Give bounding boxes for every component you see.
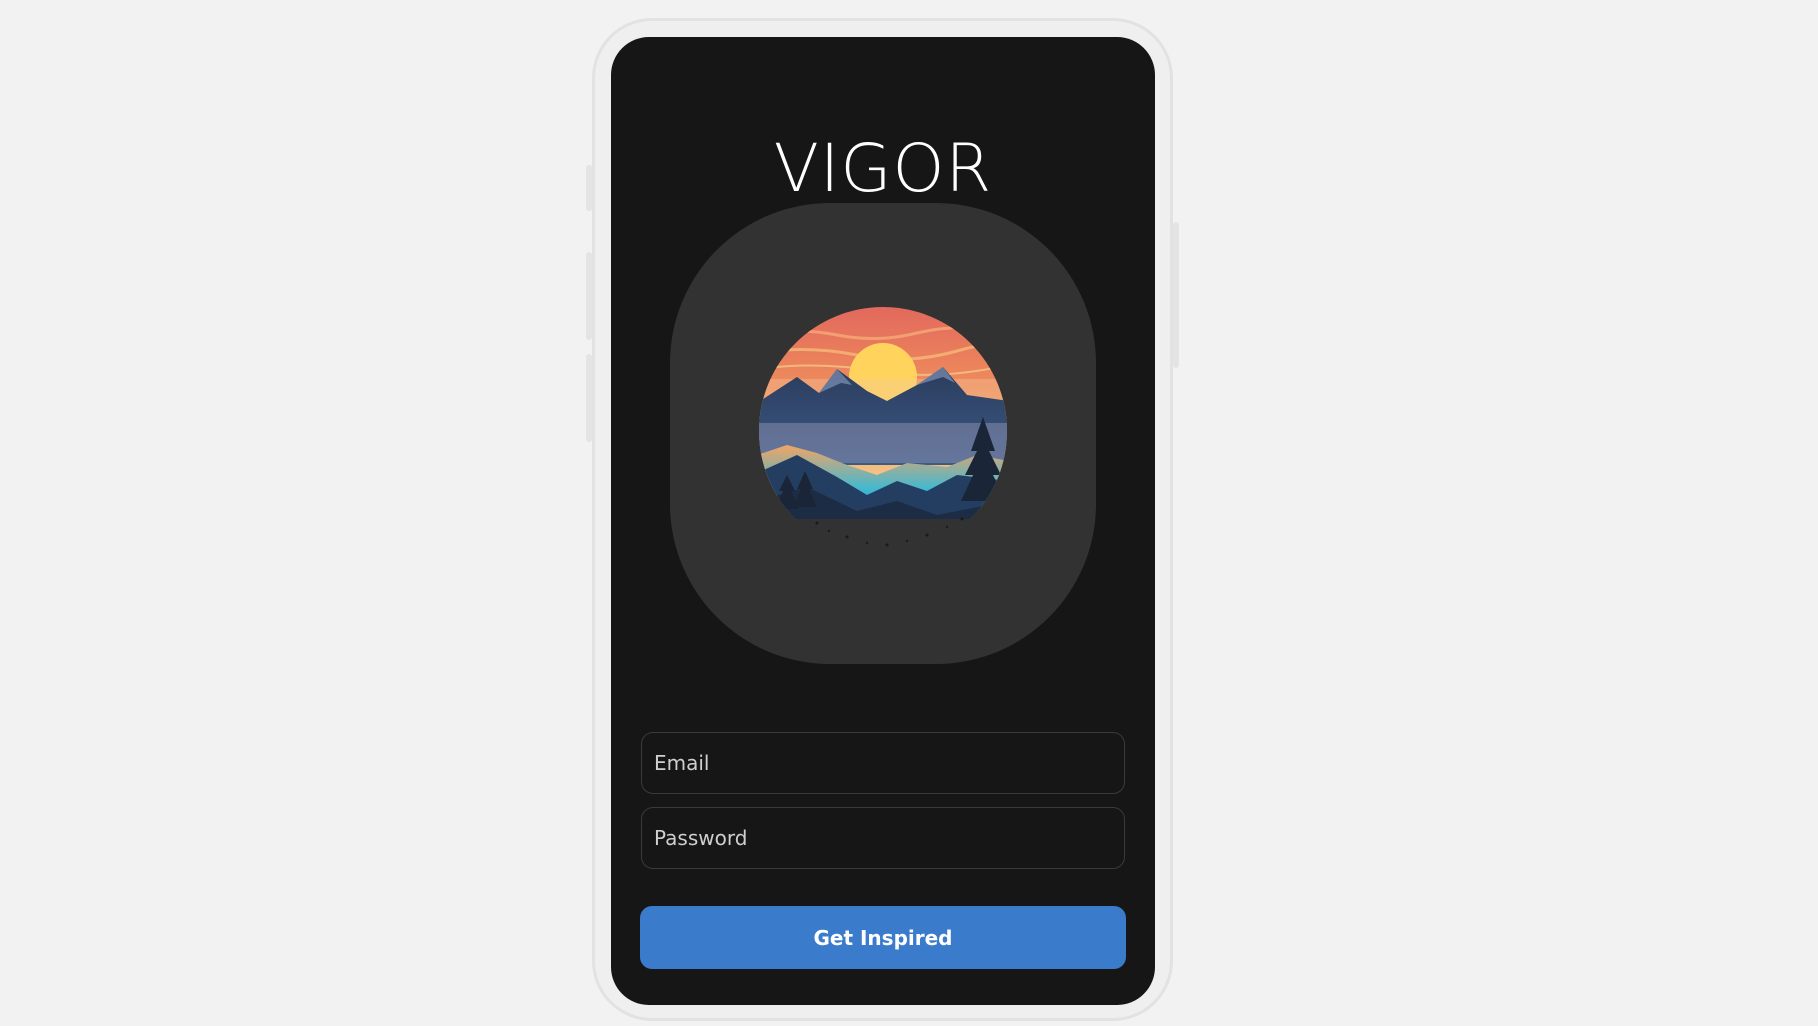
phone-volume-up-button (586, 252, 592, 340)
email-field[interactable] (641, 732, 1125, 794)
logo-card (670, 203, 1096, 664)
mountain-sunset-logo-icon (759, 307, 1007, 555)
phone-side-button (586, 165, 592, 211)
get-inspired-button[interactable]: Get Inspired (640, 906, 1126, 969)
app-screen: VIGOR Email Get Inspired (611, 37, 1155, 1005)
password-field[interactable] (641, 807, 1125, 869)
phone-volume-down-button (586, 354, 592, 442)
phone-power-button (1173, 222, 1179, 368)
brand-title: VIGOR (773, 130, 993, 207)
